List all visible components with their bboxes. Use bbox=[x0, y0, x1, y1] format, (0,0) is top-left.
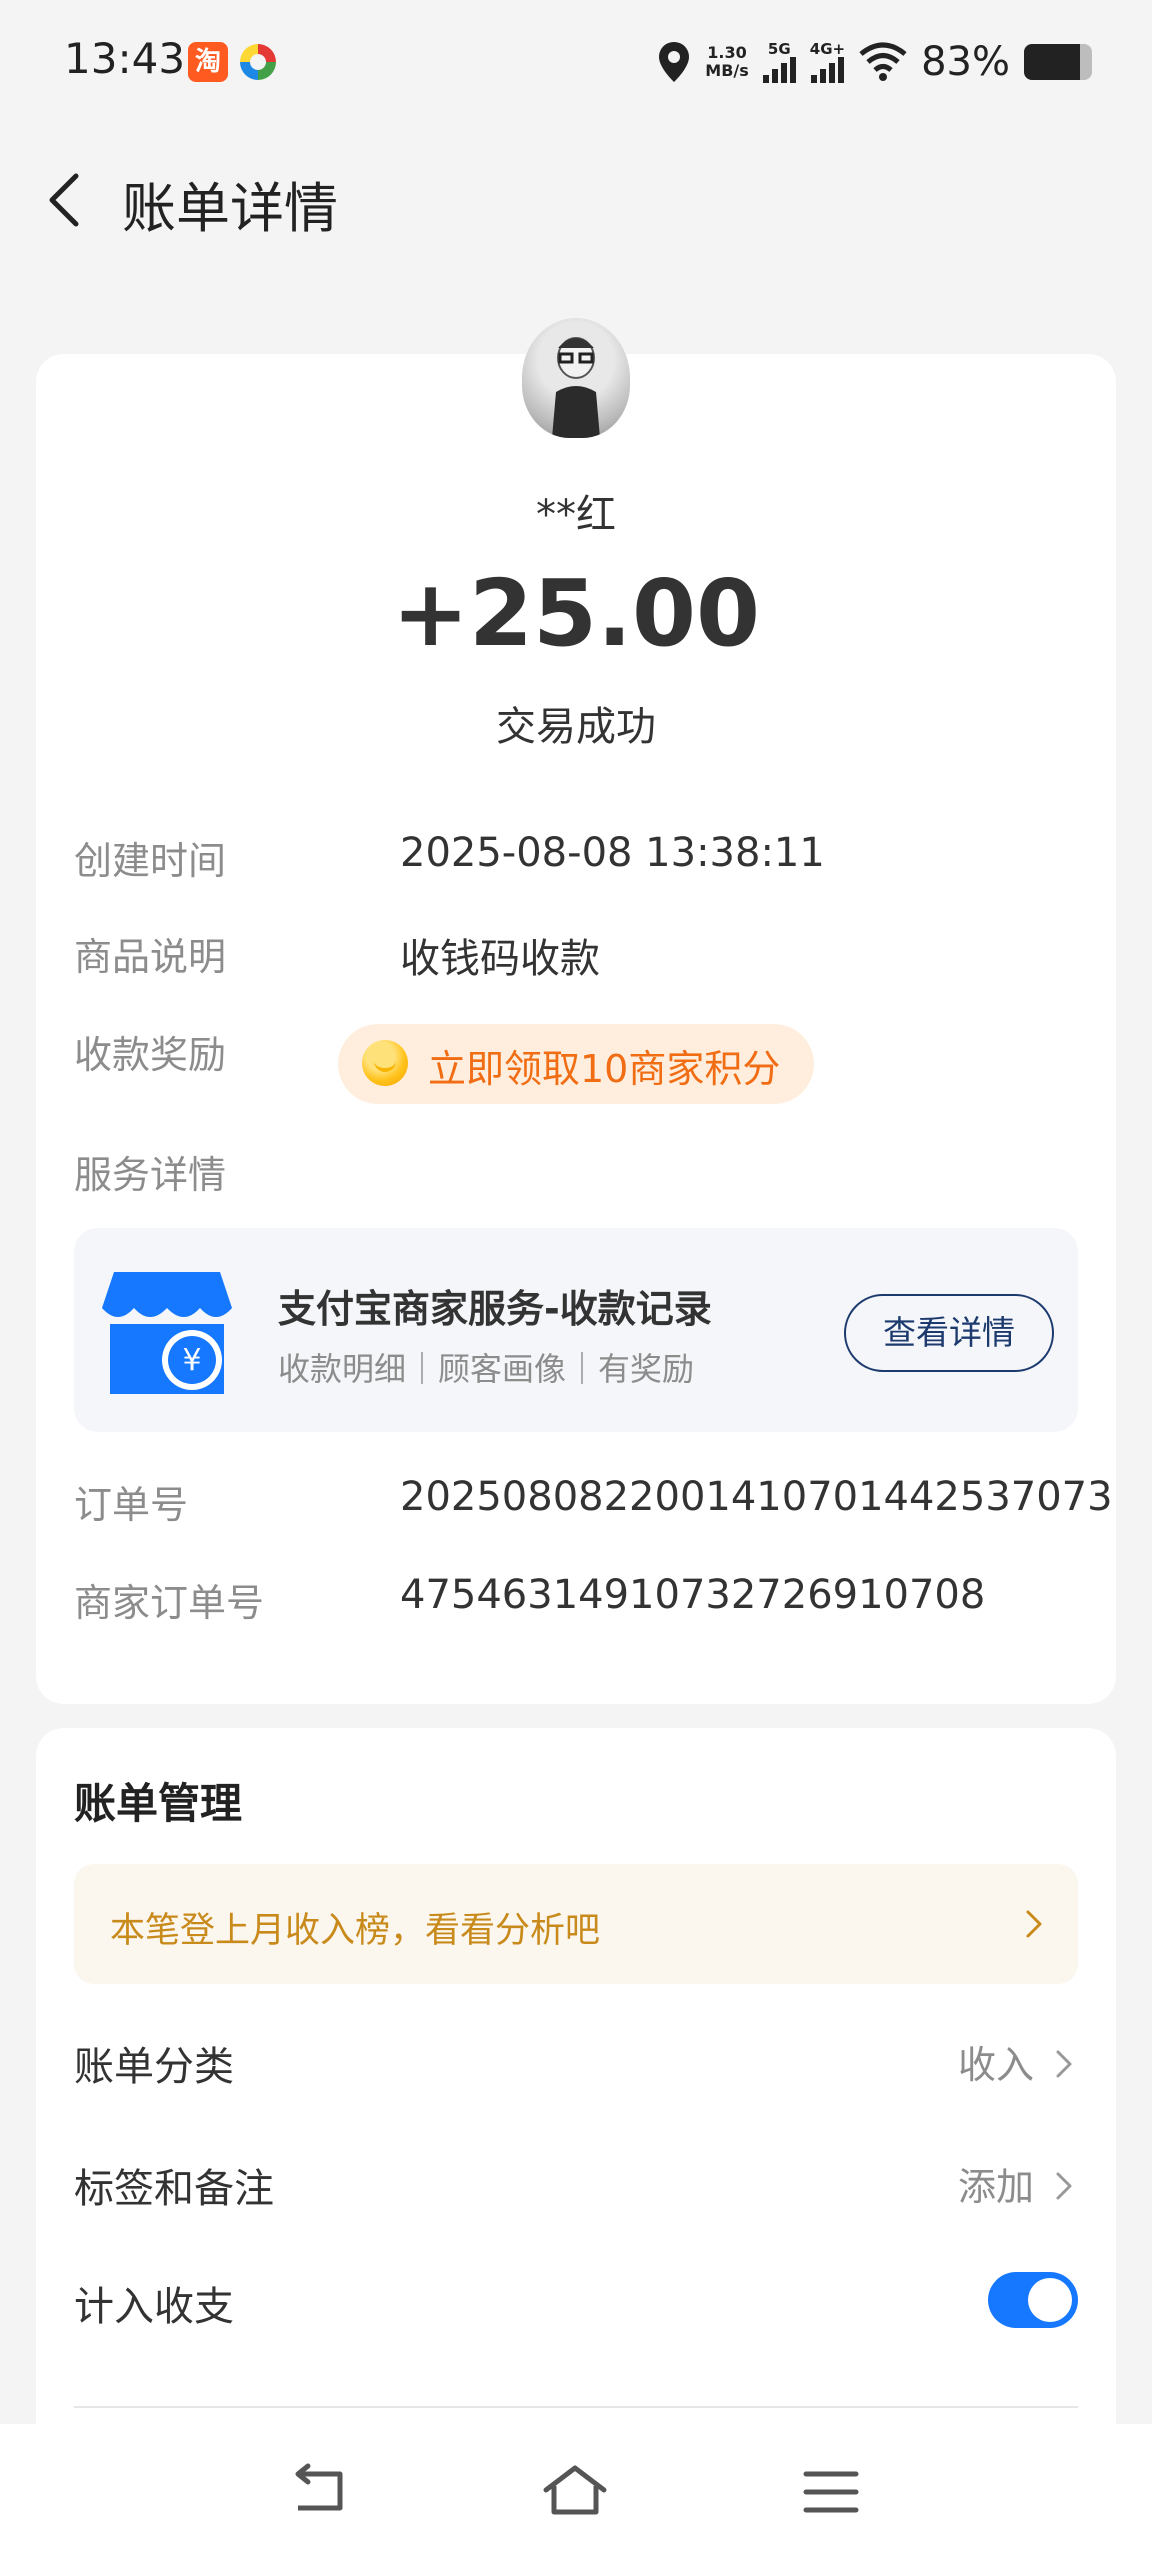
battery-percent: 83% bbox=[921, 39, 1010, 85]
sim1-signal: 5G bbox=[762, 40, 796, 83]
location-icon bbox=[659, 42, 690, 82]
created-time-label: 创建时间 bbox=[74, 839, 227, 883]
taobao-app-icon: 淘 bbox=[188, 42, 228, 82]
tags-notes-label: 标签和备注 bbox=[74, 2166, 274, 2212]
sim1-label: 5G bbox=[767, 40, 791, 58]
store-icon: ¥ bbox=[102, 1272, 232, 1394]
claim-points-button[interactable]: 立即领取10商家积分 bbox=[338, 1024, 814, 1104]
created-time-row: 创建时间 2025-08-08 13:38:11 bbox=[74, 830, 1084, 890]
merchant-service-card[interactable]: ¥ 支付宝商家服务-收款记录 收款明细｜顾客画像｜有奖励 查看详情 bbox=[74, 1228, 1078, 1432]
count-in-budget-toggle[interactable] bbox=[988, 2272, 1078, 2328]
merchant-order-value: 47546314910732726910708 bbox=[400, 1572, 986, 1618]
claim-points-label: 立即领取10商家积分 bbox=[428, 1047, 781, 1091]
bill-category-label: 账单分类 bbox=[74, 2044, 234, 2090]
count-in-budget-label: 计入收支 bbox=[74, 2284, 234, 2330]
merchant-order-label: 商家订单号 bbox=[74, 1581, 265, 1625]
system-nav-bar bbox=[0, 2424, 1152, 2560]
avatar-figure-icon bbox=[552, 337, 600, 438]
transaction-status: 交易成功 bbox=[496, 704, 656, 750]
reward-label: 收款奖励 bbox=[74, 1033, 227, 1077]
income-rank-banner[interactable]: 本笔登上月收入榜，看看分析吧 bbox=[74, 1864, 1078, 1984]
net-speed-value: 1.30 bbox=[707, 43, 747, 62]
order-number-row: 订单号 2025080822001410701442537073 bbox=[74, 1474, 1113, 1534]
nav-home-icon[interactable] bbox=[540, 2460, 610, 2524]
color-app-icon bbox=[240, 44, 276, 80]
transaction-card: **红 +25.00 交易成功 创建时间 2025-08-08 13:38:11… bbox=[36, 318, 1116, 1704]
net-speed: 1.30 MB/s bbox=[705, 44, 748, 80]
bill-category-value: 收入 bbox=[957, 2043, 1034, 2087]
tags-notes-value: 添加 bbox=[957, 2165, 1034, 2209]
bill-detail-page: 13:43 淘 1.30 MB/s 5G 4G+ 83% 账单详情 **红 +2… bbox=[0, 0, 1152, 2560]
service-details-label: 服务详情 bbox=[74, 1153, 227, 1197]
payer-avatar[interactable] bbox=[522, 318, 630, 438]
order-number-label: 订单号 bbox=[74, 1483, 189, 1527]
transaction-amount: +25.00 bbox=[391, 560, 761, 667]
sim2-signal: 4G+ bbox=[810, 41, 845, 83]
created-time-value: 2025-08-08 13:38:11 bbox=[400, 830, 825, 876]
bill-management-title: 账单管理 bbox=[74, 1779, 243, 1828]
signal-bars-icon bbox=[762, 57, 796, 83]
goods-description-label: 商品说明 bbox=[74, 935, 227, 979]
chevron-right-icon bbox=[1026, 1910, 1042, 1938]
nav-back-icon[interactable] bbox=[284, 2460, 354, 2524]
nav-menu-icon[interactable] bbox=[796, 2460, 866, 2524]
signal-bars-icon bbox=[810, 57, 844, 83]
svg-text:¥: ¥ bbox=[182, 1343, 201, 1378]
divider bbox=[74, 2406, 1078, 2408]
tags-notes-row[interactable]: 标签和备注 添加 bbox=[74, 2146, 1078, 2226]
chevron-right-icon bbox=[1056, 2050, 1072, 2078]
merchant-service-subtitle: 收款明细｜顾客画像｜有奖励 bbox=[278, 1350, 695, 1388]
payer-name: **红 bbox=[536, 492, 616, 538]
view-details-button[interactable]: 查看详情 bbox=[844, 1294, 1054, 1372]
chevron-right-icon bbox=[1056, 2172, 1072, 2200]
goods-description-row: 商品说明 收钱码收款 bbox=[74, 926, 1084, 986]
coin-icon bbox=[362, 1040, 408, 1086]
wifi-icon bbox=[859, 42, 907, 81]
page-header: 账单详情 bbox=[0, 150, 1152, 250]
net-speed-unit: MB/s bbox=[705, 61, 749, 80]
bill-category-row[interactable]: 账单分类 收入 bbox=[74, 2024, 1078, 2104]
income-rank-text: 本笔登上月收入榜，看看分析吧 bbox=[110, 1911, 601, 1951]
sim2-label: 4G+ bbox=[809, 40, 846, 58]
merchant-order-row: 商家订单号 47546314910732726910708 bbox=[74, 1572, 1084, 1632]
battery-icon bbox=[1024, 44, 1092, 80]
status-bar: 13:43 淘 1.30 MB/s 5G 4G+ 83% bbox=[0, 0, 1152, 120]
service-details-row: 服务详情 bbox=[74, 1144, 1084, 1204]
back-arrow-icon[interactable] bbox=[36, 170, 96, 230]
status-time: 13:43 bbox=[64, 34, 186, 83]
goods-description-value: 收钱码收款 bbox=[400, 936, 600, 982]
order-number-value: 2025080822001410701442537073 bbox=[400, 1474, 1113, 1520]
count-in-budget-row: 计入收支 bbox=[74, 2264, 1078, 2344]
merchant-service-title: 支付宝商家服务-收款记录 bbox=[278, 1287, 712, 1331]
page-title: 账单详情 bbox=[122, 177, 338, 240]
status-right-group: 1.30 MB/s 5G 4G+ 83% bbox=[657, 38, 1092, 86]
